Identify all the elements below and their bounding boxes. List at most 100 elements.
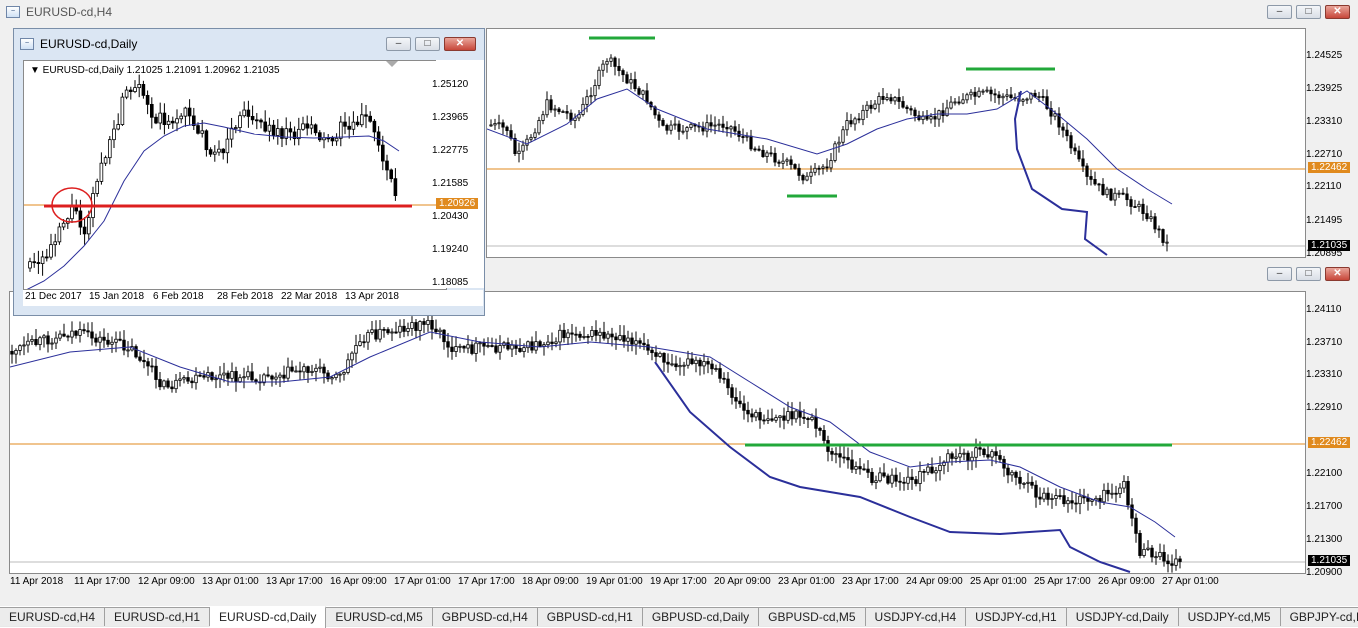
chart-tab[interactable]: USDJPY-cd,H4 — [865, 608, 967, 626]
candle-body — [298, 370, 302, 373]
candle-body — [926, 466, 930, 473]
h4-price-label: 1.22710 — [1306, 149, 1343, 160]
candle-body — [490, 345, 494, 347]
h1-chart-area[interactable] — [9, 291, 1306, 574]
h4-price-label: 1.23310 — [1306, 116, 1343, 127]
candle-body — [137, 84, 142, 89]
candle-body — [870, 471, 874, 483]
maximize-button[interactable]: □ — [1296, 267, 1321, 281]
chart-tab[interactable]: EURUSD-cd,M5 — [326, 608, 433, 626]
candle-body — [902, 481, 906, 484]
candle-body — [263, 121, 268, 132]
candle-body — [103, 157, 108, 164]
minimize-button[interactable]: – — [386, 37, 411, 51]
candle-body — [28, 261, 32, 269]
candle-body — [368, 115, 372, 122]
candle-body — [1146, 547, 1150, 550]
candle-body — [489, 124, 493, 127]
chart-tab[interactable]: EURUSD-cd,H1 — [105, 608, 211, 626]
chart-window-icon: ~ — [20, 38, 34, 50]
candle-body — [561, 111, 565, 113]
candle-body — [182, 377, 186, 380]
minimize-button[interactable]: – — [1267, 267, 1292, 281]
chart-tab[interactable]: USDJPY-cd,M5 — [1178, 608, 1281, 626]
h1-price-label: 1.20900 — [1306, 567, 1343, 578]
candle-body — [869, 104, 873, 109]
close-button[interactable]: ✕ — [1325, 5, 1350, 19]
candle-body — [778, 415, 782, 419]
candle-body — [558, 329, 562, 343]
candle-body — [617, 66, 621, 71]
candle-body — [259, 119, 263, 123]
h1-date-label: 12 Apr 09:00 — [138, 576, 195, 587]
candle-body — [478, 342, 482, 345]
candle-body — [1149, 216, 1153, 220]
candle-body — [310, 370, 314, 373]
candle-body — [801, 175, 805, 181]
candle-body — [706, 361, 710, 365]
candle-body — [442, 329, 446, 343]
candle-body — [994, 451, 998, 456]
h4-titlebar[interactable]: ~ EURUSD-cd,H4 — [0, 0, 1358, 24]
daily-level-tag: 1.20926 — [436, 198, 479, 209]
h1-price-label: 1.24110 — [1306, 304, 1342, 315]
daily-chart-canvas — [24, 61, 446, 289]
chart-tab[interactable]: EURUSD-cd,Daily — [210, 606, 327, 628]
candle-body — [183, 107, 188, 117]
candle-body — [986, 454, 990, 458]
close-button[interactable]: ✕ — [444, 37, 476, 51]
h1-date-label: 20 Apr 09:00 — [714, 576, 771, 587]
daily-chart-area[interactable]: ▼ EURUSD-cd,Daily 1.21025 1.21091 1.2096… — [23, 60, 447, 290]
candle-body — [382, 328, 386, 331]
chart-tab[interactable]: GBPUSD-cd,Daily — [642, 608, 760, 626]
candle-body — [526, 341, 530, 349]
candle-body — [565, 111, 569, 114]
candle-body — [534, 341, 538, 351]
candle-body — [750, 413, 754, 418]
candle-body — [849, 120, 853, 125]
minimize-button[interactable]: – — [1267, 5, 1292, 19]
candle-body — [985, 89, 989, 92]
candle-body — [709, 122, 713, 127]
maximize-button[interactable]: □ — [1296, 5, 1321, 19]
maximize-button[interactable]: □ — [415, 37, 440, 51]
candle-body — [829, 160, 833, 169]
candle-body — [789, 159, 793, 165]
chart-tab[interactable]: USDJPY-cd,Daily — [1066, 608, 1179, 626]
candle-body — [108, 139, 112, 159]
candle-body — [585, 96, 589, 105]
candle-body — [730, 387, 734, 398]
chart-tab[interactable]: USDJPY-cd,H1 — [966, 608, 1067, 626]
chart-tab[interactable]: EURUSD-cd,H4 — [0, 608, 106, 626]
candle-body — [22, 344, 26, 347]
chart-tab[interactable]: GBPUSD-cd,M5 — [759, 608, 866, 626]
h1-envelope-line — [654, 361, 1131, 573]
chart-tab[interactable]: GBPUSD-cd,H4 — [432, 608, 538, 626]
candle-body — [386, 329, 390, 334]
candle-body — [741, 136, 745, 138]
candle-body — [630, 337, 634, 345]
candle-body — [50, 342, 54, 345]
candle-body — [1138, 532, 1142, 556]
candle-body — [1153, 216, 1157, 230]
candle-body — [162, 112, 167, 125]
candle-body — [49, 244, 53, 258]
candle-body — [208, 149, 213, 155]
candle-body — [150, 104, 154, 118]
candle-body — [542, 344, 546, 347]
daily-date-label: 15 Jan 2018 — [89, 291, 145, 302]
chart-tab[interactable]: GBPUSD-cd,H1 — [537, 608, 643, 626]
candle-body — [950, 453, 954, 459]
candle-body — [802, 416, 806, 419]
candle-body — [154, 365, 158, 380]
candle-body — [178, 378, 182, 381]
h4-chart-area[interactable] — [486, 28, 1306, 258]
candle-body — [1118, 487, 1122, 495]
candle-body — [889, 97, 893, 102]
chart-tab[interactable]: GBPJPY-cd,I — [1280, 608, 1358, 626]
h4-current-price-tag: 1.21035 — [1308, 240, 1351, 251]
close-button[interactable]: ✕ — [1325, 267, 1350, 281]
candle-body — [1089, 176, 1093, 180]
daily-time-axis: 21 Dec 2017 15 Jan 2018 6 Feb 2018 28 Fe… — [23, 290, 483, 306]
candle-body — [897, 97, 901, 102]
